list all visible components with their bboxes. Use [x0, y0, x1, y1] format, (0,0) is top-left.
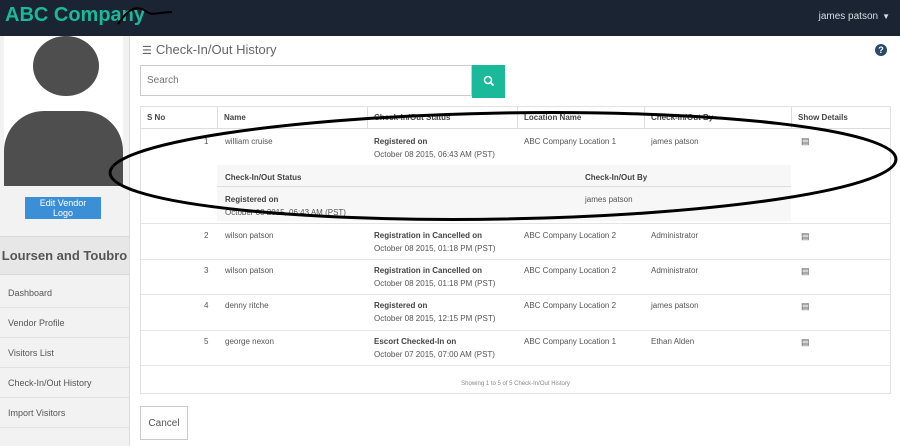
divider [217, 186, 791, 187]
history-table: S No Name Check-In/Out Status Location N… [140, 106, 891, 394]
vendor-name: Loursen and Toubro [0, 236, 129, 275]
row-status: Registration in Cancelled on [374, 266, 483, 275]
row-divider [141, 223, 890, 224]
row-location: ABC Company Location 2 [524, 301, 617, 310]
row-date: October 07 2015, 07:00 AM (PST) [374, 350, 495, 359]
detail-header-by: Check-In/Out By [585, 173, 648, 182]
row-name: wilson patson [225, 231, 274, 240]
detail-by: james patson [585, 195, 633, 204]
row-sno: 2 [204, 231, 209, 240]
col-header-sno: S No [141, 107, 217, 129]
detail-status: Registered on [225, 195, 279, 204]
search-icon [483, 75, 494, 87]
row-sno: 4 [204, 301, 209, 310]
row-location: ABC Company Location 1 [524, 137, 617, 146]
row-divider [141, 365, 890, 366]
list-icon: ☰ [142, 45, 152, 57]
row-sno: 5 [204, 337, 209, 346]
row-name: denny ritche [225, 301, 269, 310]
help-icon[interactable]: ? [875, 44, 887, 56]
sidebar-item-vendor-profile[interactable]: Vendor Profile [0, 309, 129, 338]
row-by: james patson [651, 301, 699, 310]
row-location: ABC Company Location 2 [524, 266, 617, 275]
row-name: wilson patson [225, 266, 274, 275]
row-status: Registered on [374, 301, 428, 310]
row-location: ABC Company Location 1 [524, 337, 617, 346]
row-name: william cruise [225, 137, 273, 146]
row-sno: 1 [204, 137, 209, 146]
row-date: October 08 2015, 12:15 PM (PST) [374, 314, 496, 323]
cancel-button[interactable]: Cancel [140, 406, 188, 440]
col-header-by: Check-In/Out By [644, 107, 791, 129]
row-date: October 08 2015, 01:18 PM (PST) [374, 279, 496, 288]
row-by: james patson [651, 137, 699, 146]
row-name: george nexon [225, 337, 274, 346]
sidebar: Edit Vendor Logo Loursen and Toubro Dash… [0, 36, 130, 446]
top-navbar: ABC Company james patson ▼ [0, 0, 900, 36]
row-divider [141, 259, 890, 260]
sidebar-item-visitors-list[interactable]: Visitors List [0, 339, 129, 368]
row-divider [141, 330, 890, 331]
row-status: Registration in Cancelled on [374, 231, 483, 240]
main-content: ☰Check-In/Out History ? S No Name Check-… [140, 36, 900, 446]
user-menu[interactable]: james patson ▼ [819, 11, 890, 22]
avatar-head [33, 36, 99, 96]
search-input[interactable] [140, 65, 472, 96]
details-icon[interactable]: ▤ [801, 231, 810, 242]
details-icon[interactable]: ▤ [801, 136, 810, 147]
edit-vendor-logo-button[interactable]: Edit Vendor Logo [25, 197, 101, 219]
row-by: Administrator [651, 266, 699, 275]
chevron-down-icon: ▼ [882, 12, 890, 21]
avatar-body [4, 111, 123, 186]
details-icon[interactable]: ▤ [801, 301, 810, 312]
page-title-text: Check-In/Out History [155, 42, 277, 57]
details-icon[interactable]: ▤ [801, 337, 810, 348]
row-by: Administrator [651, 231, 699, 240]
row-date: October 08 2015, 01:18 PM (PST) [374, 244, 496, 253]
row-date: October 08 2015, 06:43 AM (PST) [374, 150, 495, 159]
col-header-location: Location Name [517, 107, 644, 129]
page-title: ☰ Check-In/Out History [142, 42, 277, 57]
row-by: Ethan Alden [651, 337, 695, 346]
row-divider [141, 294, 890, 295]
user-name: james patson [818, 11, 879, 22]
sidebar-item-check-in-out-history[interactable]: Check-In/Out History [0, 369, 129, 398]
row-sno: 3 [204, 266, 209, 275]
row-location: ABC Company Location 2 [524, 231, 617, 240]
search-button[interactable] [472, 65, 505, 98]
table-footer: Showing 1 to 5 of 5 Check-In/Out History [461, 381, 570, 387]
row-status: Registered on [374, 137, 428, 146]
details-icon[interactable]: ▤ [801, 266, 810, 277]
sidebar-item-dashboard[interactable]: Dashboard [0, 279, 129, 308]
col-header-details: Show Details [791, 107, 890, 129]
sidebar-item-import-visitors[interactable]: Import Visitors [0, 399, 129, 428]
brand-logo[interactable]: ABC Company [5, 4, 145, 27]
col-header-name: Name [217, 107, 367, 129]
row-detail-panel: Check-In/Out Status Check-In/Out By Regi… [217, 165, 791, 221]
row-status: Escort Checked-In on [374, 337, 457, 346]
vendor-avatar [4, 36, 123, 186]
detail-header-status: Check-In/Out Status [225, 173, 302, 182]
col-header-status: Check-In/Out Status [367, 107, 517, 129]
detail-date: October 08 2015, 06:43 AM (PST) [225, 208, 346, 217]
